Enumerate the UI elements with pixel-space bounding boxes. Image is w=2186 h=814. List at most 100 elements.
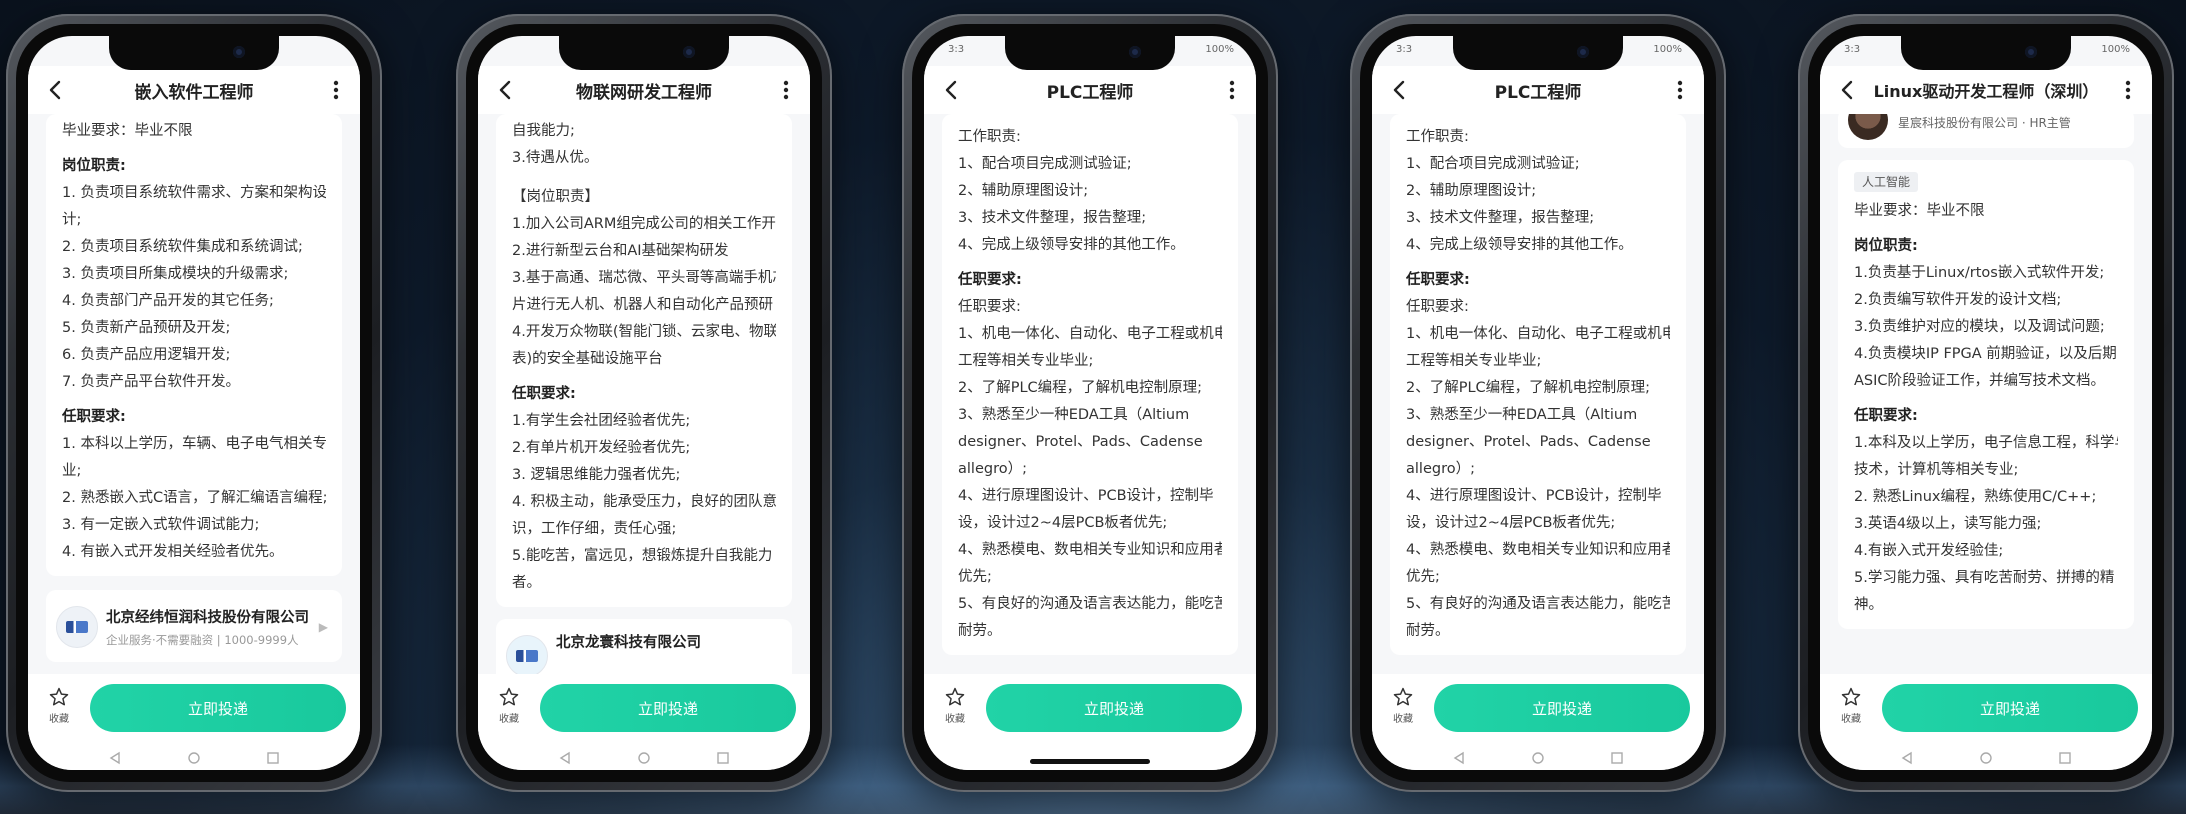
requirement-line: 4、熟悉模电、数电相关专业知识和应用者 xyxy=(1406,542,1670,558)
requirement-line: 1. 本科以上学历，车辆、电子电气相关专 xyxy=(62,436,326,452)
job-detail-scroll[interactable]: 星宸科技股份有限公司 · HR主管 人工智能 毕业要求：毕业不限 岗位职责: 1… xyxy=(1820,114,2152,674)
apply-now-button[interactable]: 立即投递 xyxy=(90,684,346,732)
more-options-icon[interactable] xyxy=(1220,76,1244,104)
recruiter-card[interactable]: 星宸科技股份有限公司 · HR主管 xyxy=(1838,114,2134,148)
duty-line: 计; xyxy=(62,212,82,228)
job-title: Linux驱动开发工程师（深圳） xyxy=(1873,82,2099,101)
requirement-line: 1、机电一体化、自动化、电子工程或机电 xyxy=(958,326,1222,342)
description-line: 自我能力; xyxy=(512,123,575,139)
back-arrow-icon[interactable] xyxy=(938,76,966,104)
favorite-label: 收藏 xyxy=(945,714,965,725)
category-tag: 人工智能 xyxy=(1854,172,1919,192)
phone-screen: 嵌入软件工程师 毕业要求：毕业不限 岗位职责: 1. 负责项目系统软件需求、方案… xyxy=(28,36,360,770)
more-options-icon[interactable] xyxy=(2116,76,2140,104)
favorite-label: 收藏 xyxy=(49,714,69,725)
job-detail-scroll[interactable]: 工作职责: 1、配合项目完成测试验证; 2、辅助原理图设计; 3、技术文件整理，… xyxy=(924,114,1256,674)
duty-line: 3、技术文件整理，报告整理; xyxy=(1406,210,1595,226)
favorite-button[interactable]: 收藏 xyxy=(492,686,526,725)
duty-line: 7. 负责产品平台软件开发。 xyxy=(62,374,240,390)
favorite-button[interactable]: 收藏 xyxy=(938,686,972,725)
nav-home-icon[interactable] xyxy=(1531,751,1545,765)
phone-3: 3:3 100% PLC工程师 工作职责: 1、配合项目完成测试验证; 2、辅助… xyxy=(902,14,1278,792)
nav-back-icon[interactable] xyxy=(1452,751,1466,765)
more-options-icon[interactable] xyxy=(324,76,348,104)
nav-back-icon[interactable] xyxy=(108,751,122,765)
job-detail-scroll[interactable]: 毕业要求：毕业不限 岗位职责: 1. 负责项目系统软件需求、方案和架构设 计; … xyxy=(28,114,360,674)
favorite-button[interactable]: 收藏 xyxy=(1834,686,1868,725)
phone-screen: 3:3 100% PLC工程师 工作职责: 1、配合项目完成测试验证; 2、辅助… xyxy=(1372,36,1704,770)
apply-now-button[interactable]: 立即投递 xyxy=(1434,684,1690,732)
star-icon xyxy=(1841,687,1861,706)
duty-line: 3.负责维护对应的模块，以及调试问题; xyxy=(1854,319,2105,335)
front-camera xyxy=(683,46,695,58)
requirement-line: 4. 有嵌入式开发相关经验者优先。 xyxy=(62,544,284,560)
section-heading-duties: 【岗位职责】 xyxy=(512,189,599,205)
requirement-line: 1、机电一体化、自动化、电子工程或机电 xyxy=(1406,326,1670,342)
nav-back-icon[interactable] xyxy=(558,751,572,765)
apply-now-button[interactable]: 立即投递 xyxy=(1882,684,2138,732)
requirement-line: 耐劳。 xyxy=(958,623,1002,639)
duty-line: 1.加入公司ARM组完成公司的相关工作开发 xyxy=(512,216,776,232)
duty-line: 2、辅助原理图设计; xyxy=(958,183,1089,199)
phone-5: 3:3 100% Linux驱动开发工程师（深圳） 星宸科技股份有限公司 · H… xyxy=(1798,14,2174,792)
status-time: 3:3 xyxy=(1396,44,1413,55)
requirement-line: 优先; xyxy=(1406,569,1440,585)
battery-level: 100% xyxy=(1205,44,1234,55)
requirement-line: 5.学习能力强、具有吃苦耐劳、拼搏的精 xyxy=(1854,570,2115,586)
requirement-line: 3.英语4级以上，读写能力强; xyxy=(1854,516,2042,532)
requirement-line: designer、Protel、Pads、Cadense xyxy=(958,434,1203,450)
job-description-card: 自我能力; 3.待遇从优。 【岗位职责】 1.加入公司ARM组完成公司的相关工作… xyxy=(496,114,792,607)
nav-home-icon[interactable] xyxy=(187,751,201,765)
favorite-button[interactable]: 收藏 xyxy=(1386,686,1420,725)
duty-line: 片进行无人机、机器人和自动化产品预研 xyxy=(512,297,773,313)
requirement-line: 4、进行原理图设计、PCB设计，控制毕 xyxy=(958,488,1214,504)
requirement-line: 设，设计过2~4层PCB板者优先; xyxy=(958,515,1168,531)
star-icon xyxy=(1393,687,1413,706)
company-card[interactable]: 北京龙寰科技有限公司 xyxy=(496,619,792,674)
back-arrow-icon[interactable] xyxy=(1834,76,1862,104)
action-bar: 收藏 立即投递 xyxy=(924,674,1256,746)
requirement-line: 5、有良好的沟通及语言表达能力，能吃苦 xyxy=(1406,596,1670,612)
company-name: 北京经纬恒润科技股份有限公司 xyxy=(106,610,309,626)
requirement-line: 4、进行原理图设计、PCB设计，控制毕 xyxy=(1406,488,1662,504)
nav-home-icon[interactable] xyxy=(637,751,651,765)
more-options-icon[interactable] xyxy=(774,76,798,104)
job-detail-scroll[interactable]: 工作职责: 1、配合项目完成测试验证; 2、辅助原理图设计; 3、技术文件整理，… xyxy=(1372,114,1704,674)
phone-screen: 3:3 100% Linux驱动开发工程师（深圳） 星宸科技股份有限公司 · H… xyxy=(1820,36,2152,770)
duty-line: 1. 负责项目系统软件需求、方案和架构设 xyxy=(62,185,326,201)
company-description: 企业服务·不需要融资 | 1000-9999人 xyxy=(106,633,299,647)
nav-back-icon[interactable] xyxy=(1900,751,1914,765)
company-card[interactable]: 北京经纬恒润科技股份有限公司 企业服务·不需要融资 | 1000-9999人 ▶ xyxy=(46,590,342,662)
star-icon xyxy=(945,687,965,706)
nav-recents-icon[interactable] xyxy=(266,751,280,765)
company-name: 北京龙寰科技有限公司 xyxy=(556,635,701,651)
phone-screen: 物联网研发工程师 自我能力; 3.待遇从优。 【岗位职责】 1.加入公司ARM组… xyxy=(478,36,810,770)
android-nav-bar xyxy=(1372,746,1704,770)
duty-line: ASIC阶段验证工作，并编写技术文档。 xyxy=(1854,373,2106,389)
home-indicator[interactable] xyxy=(1030,759,1150,764)
favorite-button[interactable]: 收藏 xyxy=(42,686,76,725)
duty-line: 4.负责模块IP FPGA 前期验证，以及后期 xyxy=(1854,346,2117,362)
requirement-line: designer、Protel、Pads、Cadense xyxy=(1406,434,1651,450)
requirement-line: allegro）; xyxy=(1406,461,1475,477)
chevron-right-icon: ▶ xyxy=(318,620,328,634)
requirement-line: 耐劳。 xyxy=(1406,623,1450,639)
duty-line: 4.开发万众物联(智能门锁、云家电、物联 xyxy=(512,324,776,340)
duty-line: 表)的安全基础设施平台 xyxy=(512,351,663,367)
nav-recents-icon[interactable] xyxy=(2058,751,2072,765)
apply-now-button[interactable]: 立即投递 xyxy=(540,684,796,732)
description-line: 3.待遇从优。 xyxy=(512,150,599,166)
nav-recents-icon[interactable] xyxy=(1610,751,1624,765)
back-arrow-icon[interactable] xyxy=(1386,76,1414,104)
job-detail-scroll[interactable]: 自我能力; 3.待遇从优。 【岗位职责】 1.加入公司ARM组完成公司的相关工作… xyxy=(478,114,810,674)
nav-home-icon[interactable] xyxy=(1979,751,1993,765)
duty-line: 4、完成上级领导安排的其他工作。 xyxy=(1406,237,1633,253)
job-header: PLC工程师 xyxy=(1372,66,1704,114)
action-bar: 收藏 立即投递 xyxy=(28,674,360,746)
nav-recents-icon[interactable] xyxy=(716,751,730,765)
apply-now-button[interactable]: 立即投递 xyxy=(986,684,1242,732)
back-arrow-icon[interactable] xyxy=(42,76,70,104)
more-options-icon[interactable] xyxy=(1668,76,1692,104)
back-arrow-icon[interactable] xyxy=(492,76,520,104)
requirement-line: 3、熟悉至少一种EDA工具（Altium xyxy=(1406,407,1638,423)
